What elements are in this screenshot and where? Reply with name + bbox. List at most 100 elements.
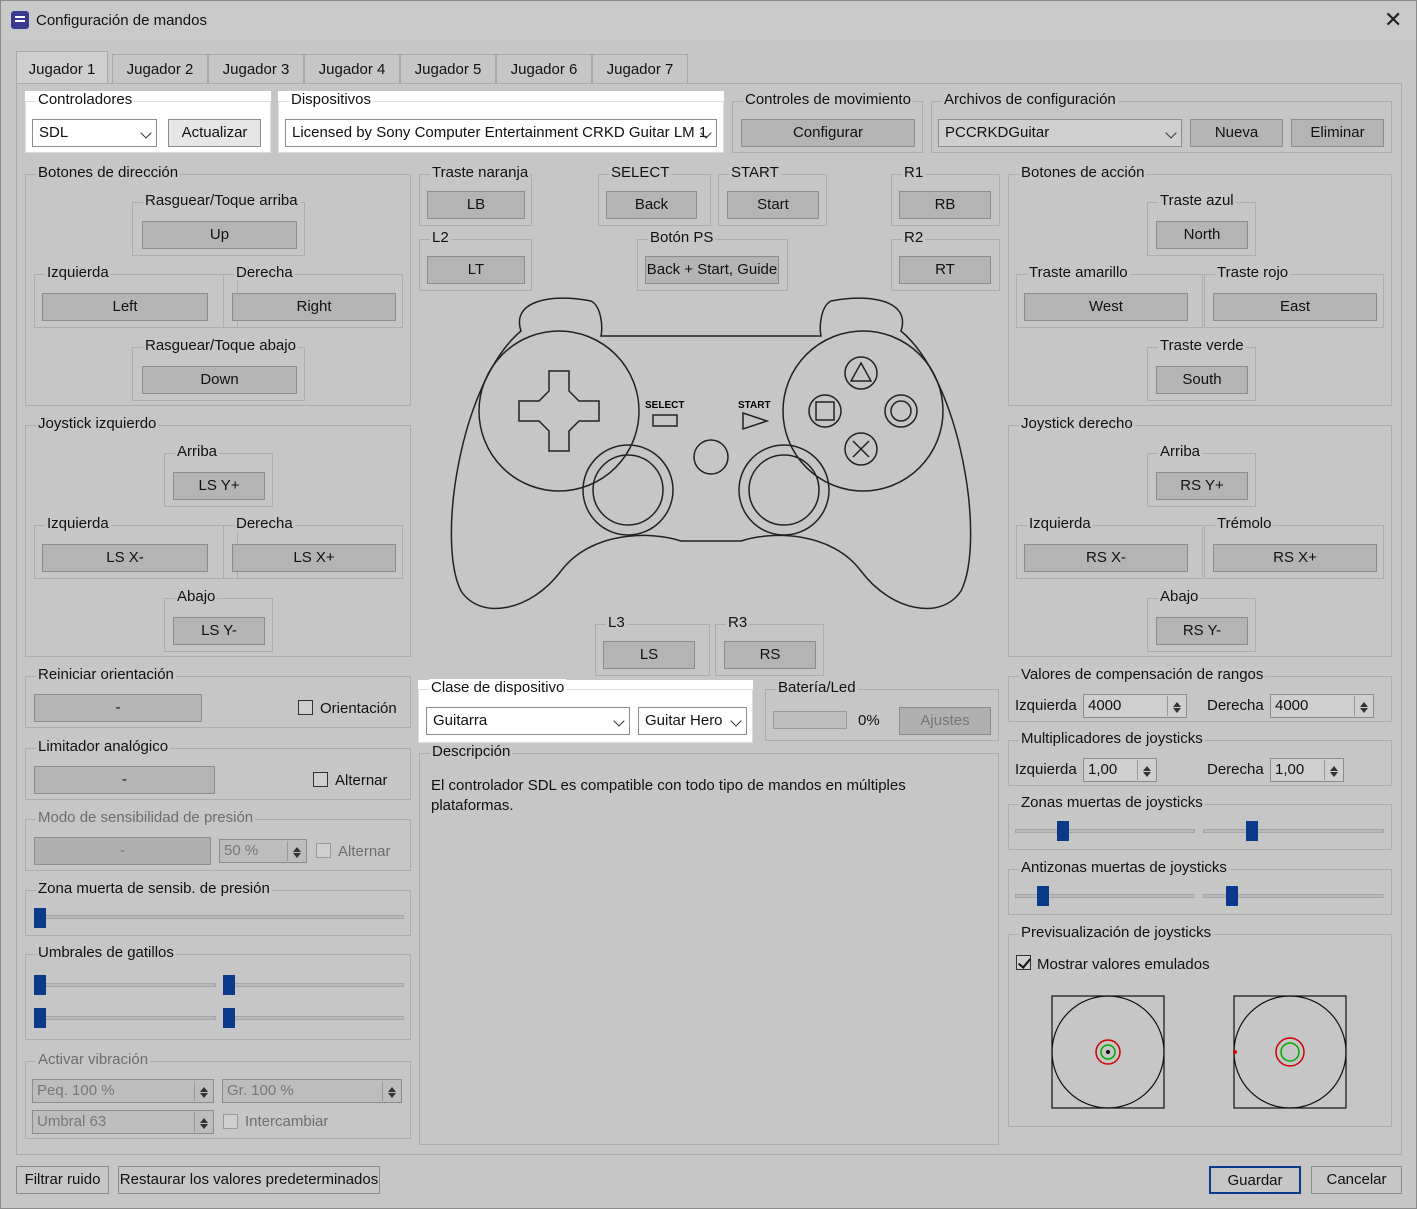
- l3-button[interactable]: LS: [603, 641, 695, 669]
- r1-button[interactable]: RB: [899, 191, 991, 219]
- trigger-thresholds-label: Umbrales de gatillos: [36, 944, 176, 961]
- battery-percent: 0%: [858, 712, 880, 729]
- spin-arrows-icon[interactable]: [1137, 760, 1155, 780]
- ls-up-button[interactable]: LS Y+: [173, 472, 265, 500]
- yellow-fret-button[interactable]: West: [1024, 293, 1188, 321]
- dpad-down-button[interactable]: Down: [142, 366, 297, 394]
- tab-jugador-5[interactable]: Jugador 5: [400, 54, 496, 83]
- devices-label: Dispositivos: [289, 91, 374, 108]
- motion-group: Controles de movimiento Configurar: [732, 91, 923, 153]
- r2-button[interactable]: RT: [899, 256, 991, 284]
- device-type-select[interactable]: Guitar Hero: [638, 707, 747, 735]
- swap-checkbox[interactable]: [223, 1114, 238, 1129]
- pad-start-text: START: [738, 400, 771, 411]
- show-emulated-checkbox[interactable]: [1016, 955, 1031, 970]
- device-class-select[interactable]: Guitarra: [426, 707, 630, 735]
- multiplier-right-spinbox[interactable]: 1,00: [1270, 758, 1344, 782]
- dpad-ring: [478, 330, 640, 492]
- restore-defaults-button[interactable]: Restaurar los valores predeterminados: [118, 1166, 380, 1194]
- pressure-spinbox[interactable]: 50 %: [219, 839, 307, 863]
- dpad-right-group: Derecha Right: [223, 264, 403, 328]
- dpad-right-button[interactable]: Right: [232, 293, 396, 321]
- start-button[interactable]: Start: [727, 191, 819, 219]
- refresh-button[interactable]: Actualizar: [168, 119, 261, 147]
- save-button[interactable]: Guardar: [1209, 1166, 1301, 1194]
- gamepad-illustration: SELECT START: [450, 297, 972, 610]
- rs-up-button[interactable]: RS Y+: [1156, 472, 1248, 500]
- select-button[interactable]: Back: [606, 191, 697, 219]
- multiplier-left-spinbox[interactable]: 1,00: [1083, 758, 1157, 782]
- cancel-button[interactable]: Cancelar: [1311, 1166, 1402, 1194]
- tab-jugador-2[interactable]: Jugador 2: [112, 54, 208, 83]
- spin-arrows-icon[interactable]: [287, 841, 305, 861]
- dpad-label: Botones de dirección: [36, 164, 181, 181]
- rs-right-group: Trémolo RS X+: [1204, 515, 1384, 579]
- r3-button[interactable]: RS: [724, 641, 816, 669]
- left-stick-outer: [582, 444, 674, 536]
- limiter-toggle-checkbox[interactable]: [313, 772, 328, 787]
- green-fret-button[interactable]: South: [1156, 366, 1248, 394]
- pressure-mode-button[interactable]: -: [34, 837, 211, 865]
- dpad-up-button[interactable]: Up: [142, 221, 297, 249]
- trigger-slider-4[interactable]: [223, 1008, 235, 1028]
- threshold-spinbox[interactable]: Umbral 63: [32, 1110, 214, 1134]
- orientation-checkbox[interactable]: [298, 700, 313, 715]
- analog-limiter-button[interactable]: -: [34, 766, 215, 794]
- spin-arrows-icon[interactable]: [382, 1081, 400, 1101]
- pressure-deadzone-slider[interactable]: [34, 908, 46, 928]
- l2-button[interactable]: LT: [427, 256, 525, 284]
- device-select[interactable]: Licensed by Sony Computer Entertainment …: [285, 119, 717, 147]
- rs-right-button[interactable]: RS X+: [1213, 544, 1377, 572]
- tab-jugador-1[interactable]: Jugador 1: [16, 51, 108, 84]
- spin-arrows-icon[interactable]: [1354, 696, 1372, 716]
- left-stick-label: Joystick izquierdo: [36, 415, 159, 432]
- dpad-down-label: Rasguear/Toque abajo: [143, 337, 298, 354]
- trigger-slider-3[interactable]: [34, 1008, 46, 1028]
- ls-right-button[interactable]: LS X+: [232, 544, 396, 572]
- blue-fret-label: Traste azul: [1158, 192, 1236, 209]
- ps-button[interactable]: Back + Start, Guide: [645, 256, 779, 284]
- ls-down-button[interactable]: LS Y-: [173, 617, 265, 645]
- red-fret-button[interactable]: East: [1213, 293, 1377, 321]
- rs-down-button[interactable]: RS Y-: [1156, 617, 1248, 645]
- range-left-spinbox[interactable]: 4000: [1083, 694, 1187, 718]
- tab-jugador-4[interactable]: Jugador 4: [304, 54, 400, 83]
- spin-arrows-icon[interactable]: [1324, 760, 1342, 780]
- config-file-select[interactable]: PCCRKDGuitar: [938, 119, 1182, 147]
- tab-jugador-6[interactable]: Jugador 6: [496, 54, 592, 83]
- motion-configure-button[interactable]: Configurar: [741, 119, 915, 147]
- range-comp-label: Valores de compensación de rangos: [1019, 666, 1266, 683]
- tab-jugador-7[interactable]: Jugador 7: [592, 54, 688, 83]
- trigger-slider-2[interactable]: [223, 975, 235, 995]
- rs-left-button[interactable]: RS X-: [1024, 544, 1188, 572]
- reset-orientation-button[interactable]: -: [34, 694, 202, 722]
- delete-config-button[interactable]: Eliminar: [1291, 119, 1384, 147]
- spin-arrows-icon[interactable]: [1167, 696, 1185, 716]
- antideadzone-right-slider[interactable]: [1226, 886, 1238, 906]
- trigger-slider-1[interactable]: [34, 975, 46, 995]
- ps-button-group: Botón PS Back + Start, Guide: [637, 229, 788, 291]
- new-config-button[interactable]: Nueva: [1190, 119, 1283, 147]
- deadzone-right-slider[interactable]: [1246, 821, 1258, 841]
- large-motor-spinbox[interactable]: Gr. 100 %: [222, 1079, 402, 1103]
- small-motor-spinbox[interactable]: Peq. 100 %: [32, 1079, 214, 1103]
- ls-down-label: Abajo: [175, 588, 218, 605]
- antideadzone-left-slider[interactable]: [1037, 886, 1049, 906]
- ls-left-button[interactable]: LS X-: [42, 544, 208, 572]
- spin-arrows-icon[interactable]: [194, 1112, 212, 1132]
- battery-settings-button[interactable]: Ajustes: [899, 707, 991, 735]
- left-stick-group: Joystick izquierdo Arriba LS Y+ Izquierd…: [25, 415, 411, 657]
- tab-jugador-3[interactable]: Jugador 3: [208, 54, 304, 83]
- orange-fret-button[interactable]: LB: [427, 191, 525, 219]
- device-class-value: Guitarra: [433, 712, 488, 729]
- close-icon[interactable]: ✕: [1384, 7, 1402, 33]
- filter-noise-button[interactable]: Filtrar ruido: [16, 1166, 109, 1194]
- pressure-toggle-checkbox[interactable]: [316, 843, 331, 858]
- dpad-left-button[interactable]: Left: [42, 293, 208, 321]
- spin-arrows-icon[interactable]: [194, 1081, 212, 1101]
- blue-fret-button[interactable]: North: [1156, 221, 1248, 249]
- range-right-spinbox[interactable]: 4000: [1270, 694, 1374, 718]
- show-emulated-label: Mostrar valores emulados: [1037, 956, 1210, 973]
- controller-select[interactable]: SDL: [32, 119, 157, 147]
- deadzone-left-slider[interactable]: [1057, 821, 1069, 841]
